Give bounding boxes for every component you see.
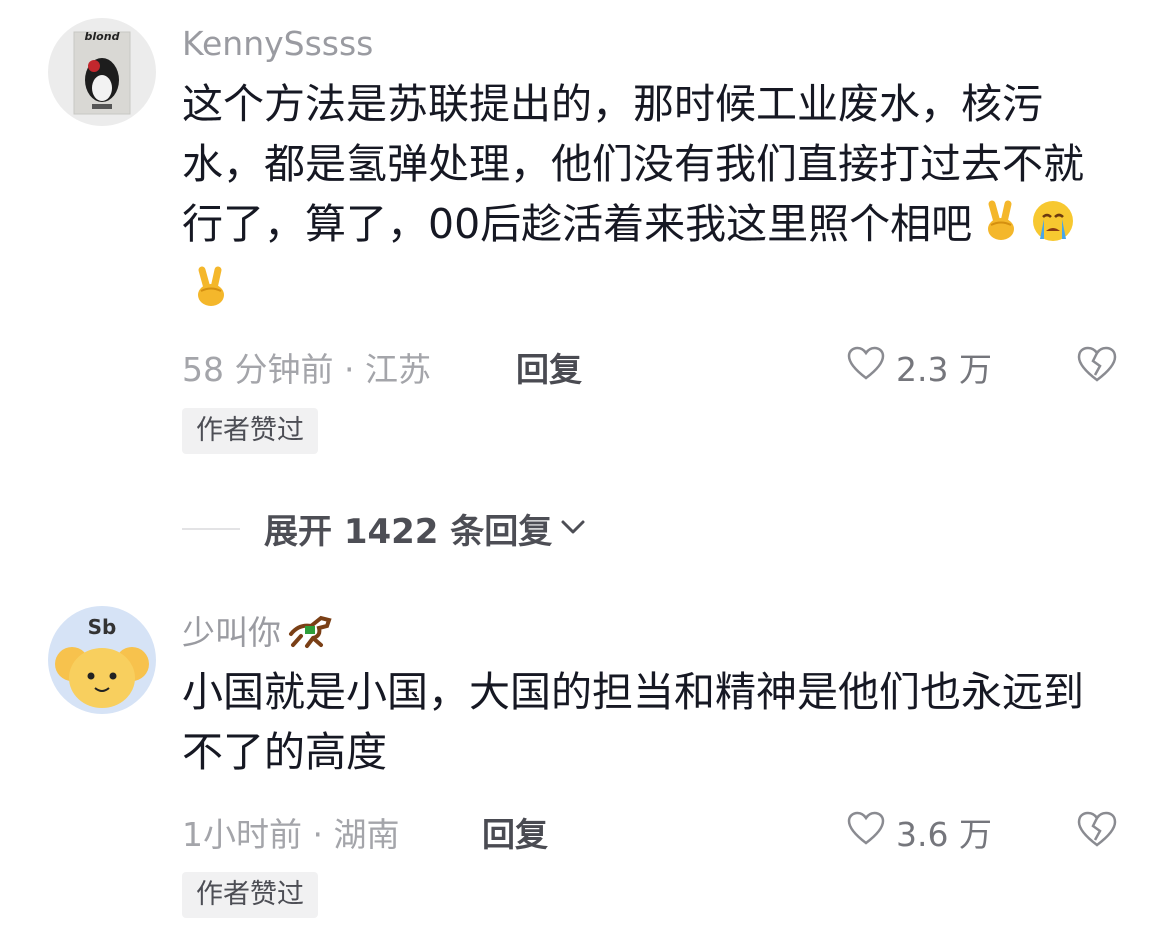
horse-emoji (285, 612, 335, 659)
username[interactable]: KennySssss (182, 24, 373, 64)
expand-replies-button[interactable]: 展开 1422 条回复 (182, 504, 590, 553)
time-location: 58 分钟前 · 江苏 (182, 350, 431, 389)
comment-text: 这个方法是苏联提出的，那时候工业废水，核污水，都是氢弹处理，他们没有我们直接打过… (182, 74, 1122, 326)
broken-heart-icon (1076, 346, 1118, 387)
avatar-text: blond (85, 30, 120, 43)
like-button[interactable]: 2.3 万 (846, 343, 992, 391)
username-text: 少叫你 (182, 613, 281, 652)
avatar[interactable]: blond (48, 18, 156, 126)
time-location: 1小时前 · 湖南 (182, 815, 400, 854)
author-liked-badge: 作者赞过 (182, 408, 318, 454)
reply-button[interactable]: 回复 (516, 343, 582, 391)
victory-hand-emoji (978, 198, 1024, 260)
heart-icon (846, 345, 886, 389)
heart-icon (846, 810, 886, 854)
expand-replies-label: 展开 1422 条回复 (264, 512, 553, 552)
broken-heart-icon (1076, 811, 1118, 852)
comment-text-content: 这个方法是苏联提出的，那时候工业废水，核污水，都是氢弹处理，他们没有我们直接打过… (182, 80, 1084, 248)
username[interactable]: 少叫你 (182, 612, 335, 659)
reply-button[interactable]: 回复 (482, 808, 548, 856)
dislike-button[interactable] (1076, 810, 1118, 852)
avatar-text: Sb (88, 615, 117, 639)
chevron-down-icon (552, 510, 590, 548)
like-count: 3.6 万 (896, 815, 992, 854)
like-button[interactable]: 3.6 万 (846, 808, 992, 856)
divider-line (182, 527, 240, 530)
comment-text: 小国就是小国，大国的担当和精神是他们也永远到不了的高度 (182, 668, 1084, 776)
dislike-button[interactable] (1076, 345, 1118, 387)
victory-hand-emoji (188, 264, 234, 326)
author-liked-badge: 作者赞过 (182, 872, 318, 918)
like-count: 2.3 万 (896, 350, 992, 389)
crying-face-emoji (1030, 198, 1076, 260)
avatar[interactable]: Sb (48, 606, 156, 714)
